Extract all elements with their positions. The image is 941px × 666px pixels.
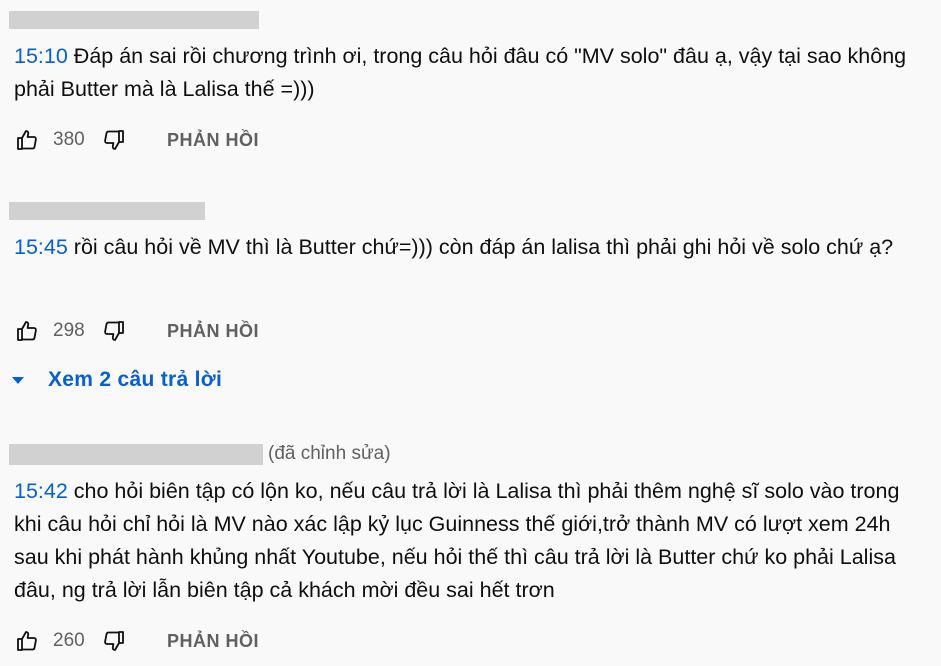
comment-actions: 298 PHẢN HỒI: [14, 316, 259, 346]
thumbs-up-icon[interactable]: [14, 318, 40, 344]
author-name-redacted: [9, 11, 259, 29]
like-count: 380: [53, 129, 85, 150]
comment-header: (đã chỉnh sửa): [0, 442, 941, 466]
author-name-redacted: [9, 202, 205, 220]
edited-label: (đã chỉnh sửa): [268, 443, 391, 464]
timestamp-link[interactable]: 15:45: [14, 235, 68, 259]
view-replies-label: Xem 2 câu trả lời: [48, 368, 223, 391]
timestamp-link[interactable]: 15:42: [14, 479, 68, 503]
comment-text: 15:45 rồi câu hỏi về MV thì là Butter ch…: [14, 231, 914, 264]
view-replies-button[interactable]: Xem 2 câu trả lời: [12, 366, 222, 394]
like-count: 260: [53, 630, 85, 651]
reply-button[interactable]: PHẢN HỒI: [167, 631, 259, 652]
comment-actions: 260 PHẢN HỒI: [14, 626, 259, 656]
reply-button[interactable]: PHẢN HỒI: [167, 321, 259, 342]
thumbs-up-icon[interactable]: [14, 127, 40, 153]
thumbs-down-icon[interactable]: [101, 318, 127, 344]
comment-body: rồi câu hỏi về MV thì là Butter chứ=))) …: [67, 235, 894, 259]
comment-text: 15:10 Đáp án sai rồi chương trình ơi, tr…: [14, 40, 914, 106]
comment-text: 15:42 cho hỏi biên tập có lộn ko, nếu câ…: [14, 475, 914, 607]
thumbs-down-icon[interactable]: [101, 628, 127, 654]
comment-actions: 380 PHẢN HỒI: [14, 125, 259, 155]
author-name-redacted: [9, 444, 263, 465]
comment-body: Đáp án sai rồi chương trình ơi, trong câ…: [14, 44, 907, 101]
caret-down-icon: [12, 376, 24, 384]
reply-button[interactable]: PHẢN HỒI: [167, 130, 259, 151]
comment-body: cho hỏi biên tập có lộn ko, nếu câu trả …: [14, 479, 900, 602]
timestamp-link[interactable]: 15:10: [14, 44, 68, 68]
like-count: 298: [53, 320, 85, 341]
thumbs-up-icon[interactable]: [14, 628, 40, 654]
thumbs-down-icon[interactable]: [101, 127, 127, 153]
